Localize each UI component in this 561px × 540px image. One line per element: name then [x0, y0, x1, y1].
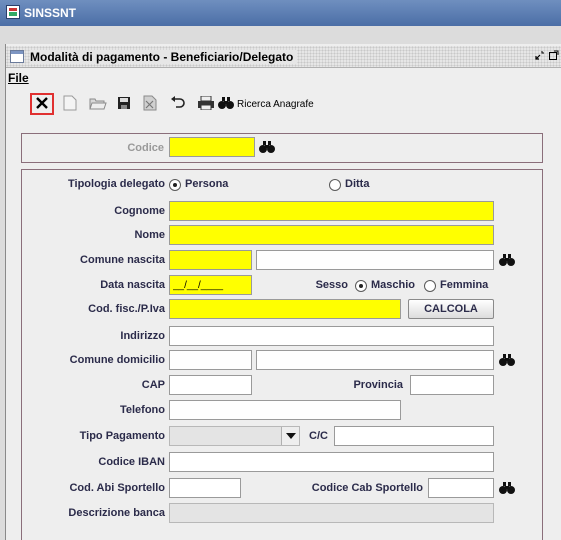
print-button[interactable] [194, 93, 218, 115]
cap-input[interactable] [169, 375, 252, 395]
minimize-icon[interactable] [534, 49, 546, 61]
codice-search-icon[interactable] [257, 137, 277, 157]
cc-label: C/C [309, 430, 328, 442]
menu-file[interactable]: File [8, 71, 29, 85]
codfisc-input[interactable] [169, 299, 401, 319]
internal-frame-title-bar[interactable]: Modalità di pagamento - Beneficiario/Del… [6, 46, 561, 68]
cognome-input[interactable] [169, 201, 494, 221]
comune-domicilio-label: Comune domicilio [69, 354, 165, 366]
cab-input[interactable] [428, 478, 494, 498]
frame-icon [10, 50, 24, 63]
tipologia-ditta-radio[interactable] [329, 179, 341, 191]
comune-nascita-search-icon[interactable] [497, 250, 517, 270]
tipologia-label: Tipologia delegato [68, 178, 165, 190]
tipo-pagamento-label: Tipo Pagamento [79, 430, 165, 442]
comune-domicilio-search-icon[interactable] [497, 350, 517, 370]
cab-label: Codice Cab Sportello [311, 482, 423, 494]
comune-nascita-code-input[interactable] [169, 250, 252, 270]
calcola-button[interactable]: CALCOLA [408, 299, 494, 319]
close-icon [34, 95, 50, 114]
codice-label: Codice [127, 142, 164, 154]
telefono-label: Telefono [119, 404, 165, 416]
descrizione-banca-label: Descrizione banca [68, 507, 165, 519]
close-button[interactable] [30, 93, 54, 115]
app-title: SINSSNT [24, 6, 77, 20]
codice-input[interactable] [169, 137, 255, 157]
comune-nascita-name-input[interactable] [256, 250, 494, 270]
menu-bar: File [6, 69, 561, 87]
codfisc-label: Cod. fisc./P.Iva [88, 303, 165, 315]
provincia-label: Provincia [353, 379, 403, 391]
tipologia-ditta-label: Ditta [345, 178, 370, 190]
sesso-maschio-radio[interactable] [355, 280, 367, 292]
telefono-input[interactable] [169, 400, 401, 420]
delete-button[interactable] [138, 93, 162, 115]
open-folder-icon [89, 96, 107, 113]
comune-nascita-label: Comune nascita [80, 254, 165, 266]
app-title-bar: SINSSNT [0, 0, 561, 26]
nome-input[interactable] [169, 225, 494, 245]
delete-document-icon [143, 95, 157, 114]
indirizzo-input[interactable] [169, 326, 494, 346]
save-icon [117, 96, 131, 113]
iban-label: Codice IBAN [98, 456, 165, 468]
sesso-femmina-label: Femmina [440, 279, 489, 291]
printer-icon [197, 95, 215, 113]
nome-label: Nome [134, 229, 165, 241]
open-button[interactable] [86, 93, 110, 115]
data-nascita-label: Data nascita [100, 279, 165, 291]
cab-search-icon[interactable] [497, 478, 517, 498]
undo-button[interactable] [166, 93, 190, 115]
new-document-icon [63, 95, 77, 114]
iban-input[interactable] [169, 452, 494, 472]
search-registry-button[interactable]: Ricerca Anagrafe [218, 93, 338, 115]
tipologia-persona-radio[interactable] [169, 179, 181, 191]
tipo-pagamento-select[interactable] [169, 426, 300, 446]
sesso-maschio-label: Maschio [371, 279, 416, 291]
cc-input[interactable] [334, 426, 494, 446]
app-icon [6, 5, 20, 19]
sesso-femmina-radio[interactable] [424, 280, 436, 292]
undo-icon [170, 95, 186, 113]
maximize-icon[interactable] [548, 49, 560, 61]
frame-title: Modalità di pagamento - Beneficiario/Del… [30, 50, 298, 64]
new-button[interactable] [58, 93, 82, 115]
cognome-label: Cognome [114, 205, 165, 217]
tipologia-persona-label: Persona [185, 178, 229, 190]
data-nascita-input[interactable] [169, 275, 252, 295]
descrizione-banca-input [169, 503, 494, 523]
save-button[interactable] [112, 93, 136, 115]
comune-domicilio-code-input[interactable] [169, 350, 252, 370]
provincia-input[interactable] [410, 375, 494, 395]
chevron-down-icon[interactable] [281, 427, 299, 445]
sesso-label: Sesso [315, 279, 348, 291]
comune-domicilio-name-input[interactable] [256, 350, 494, 370]
binoculars-icon [218, 96, 234, 113]
indirizzo-label: Indirizzo [120, 330, 165, 342]
cap-label: CAP [141, 379, 165, 391]
search-registry-label: Ricerca Anagrafe [237, 98, 314, 110]
abi-label: Cod. Abi Sportello [69, 482, 165, 494]
toolbar: Ricerca Anagrafe [6, 88, 561, 122]
abi-input[interactable] [169, 478, 241, 498]
